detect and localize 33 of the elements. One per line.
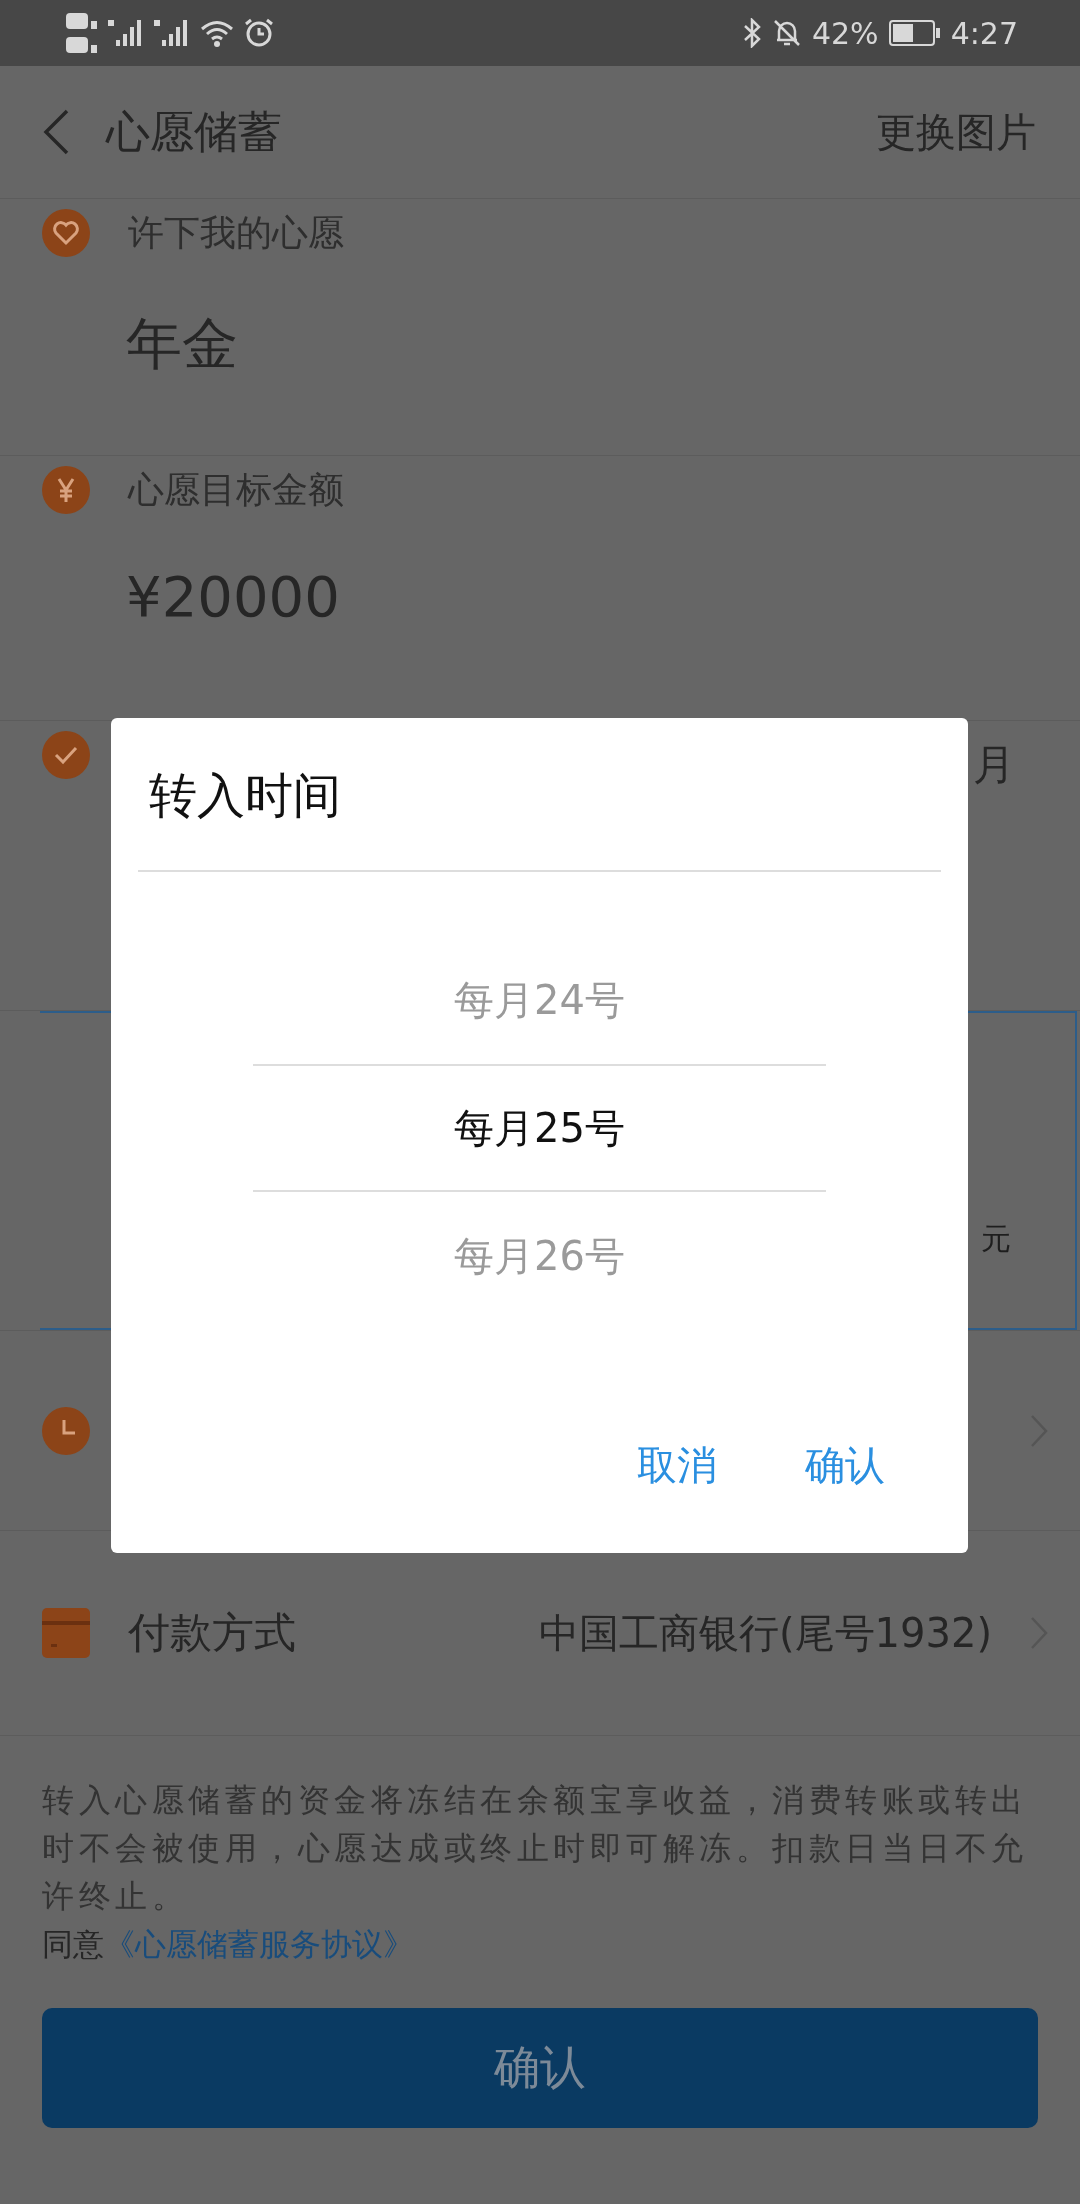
- battery-icon: [888, 20, 941, 46]
- confirm-button[interactable]: 确认: [42, 2008, 1038, 2128]
- picker-option[interactable]: 每月26号: [253, 1192, 826, 1320]
- change-image-link[interactable]: 更换图片: [876, 104, 1036, 160]
- confirm-button[interactable]: 确认: [805, 1428, 885, 1503]
- row-value[interactable]: 中国工商银行(尾号1932): [539, 1605, 992, 1661]
- section-label: 心愿目标金额: [128, 467, 344, 512]
- row-label: 付款方式: [128, 1607, 296, 1659]
- picker-option[interactable]: 每月25号: [253, 1064, 826, 1192]
- agreement-link[interactable]: 《心愿储蓄服务协议》: [104, 1920, 414, 1968]
- cancel-button[interactable]: 取消: [637, 1428, 717, 1503]
- page-title: 心愿储蓄: [106, 104, 283, 159]
- hd-icon: [66, 11, 98, 55]
- wifi-icon: [200, 19, 234, 47]
- clock-icon: [42, 1406, 90, 1455]
- section-value: ¥20000: [126, 564, 341, 629]
- agree-text: 同意: [42, 1925, 104, 1964]
- picker-option[interactable]: 每月24号: [253, 936, 826, 1064]
- battery-percent: 42%: [811, 15, 879, 51]
- yen-icon: [42, 466, 90, 514]
- check-icon: [42, 731, 90, 779]
- alarm-icon: [244, 18, 274, 48]
- bell-off-icon: [771, 18, 802, 48]
- section-value: 月: [973, 739, 1015, 791]
- back-icon[interactable]: [42, 109, 70, 155]
- signal-icon: [108, 18, 144, 48]
- signal-icon: [154, 18, 190, 48]
- section-value: 年金: [126, 310, 239, 378]
- dialog-title: 转入时间: [148, 766, 342, 825]
- clock-time: 4:27: [950, 15, 1018, 51]
- section-label: 许下我的心愿: [128, 210, 344, 255]
- card-icon: [42, 1608, 90, 1658]
- plan-amount-unit: 元: [981, 1220, 1011, 1258]
